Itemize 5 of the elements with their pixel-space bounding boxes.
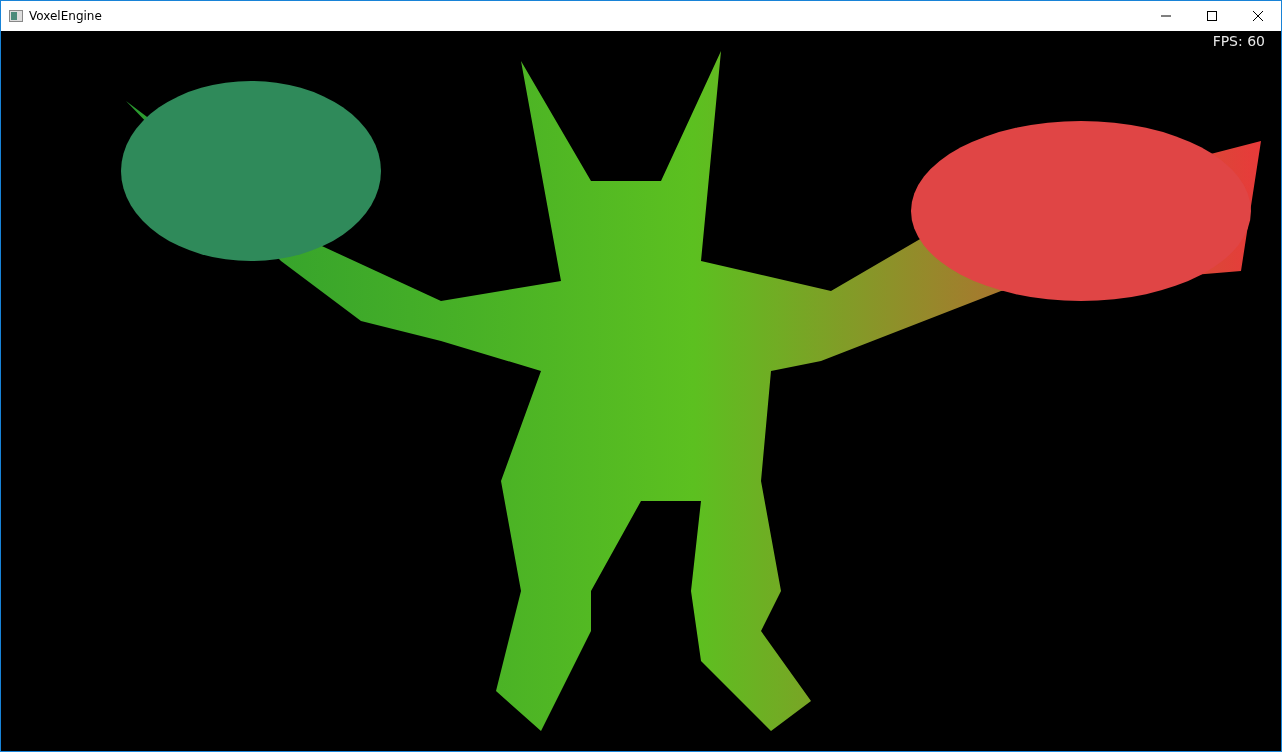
app-icon bbox=[9, 10, 23, 22]
maximize-icon bbox=[1207, 11, 1217, 21]
close-icon bbox=[1253, 11, 1263, 21]
fps-counter: FPS: 60 bbox=[1212, 33, 1265, 49]
window-title: VoxelEngine bbox=[29, 9, 103, 23]
